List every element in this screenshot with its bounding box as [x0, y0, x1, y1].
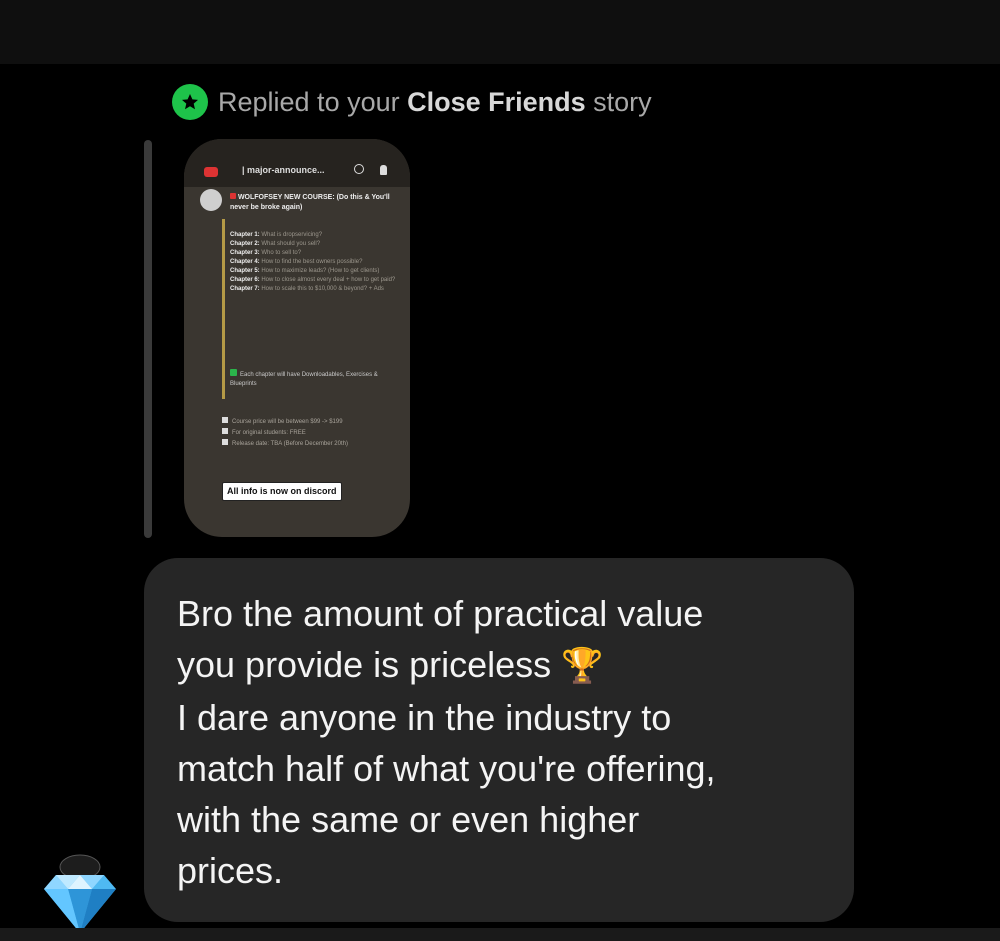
dm-thread: Replied to your Close Friends story | ma… [0, 0, 1000, 941]
star-icon [172, 84, 208, 120]
message-bubble[interactable]: Bro the amount of practical value you pr… [144, 558, 854, 922]
story-author-avatar [200, 189, 222, 211]
bottom-divider [0, 928, 1000, 941]
note-item: Release date: TBA (Before December 20th) [222, 439, 400, 450]
story-chapter-list: Chapter 1: What is dropservicing? Chapte… [230, 231, 396, 294]
chapter-item: Chapter 1: What is dropservicing? [230, 232, 323, 238]
trophy-emoji-icon: 🏆 [561, 647, 604, 685]
message-line: you provide is priceless 🏆 [177, 644, 604, 685]
note-item: Course price will be between $99 -> $199 [222, 417, 400, 428]
story-topbar: | major-announce... [184, 139, 410, 187]
story-info-pill: All info is now on discord [222, 482, 342, 501]
story-notes: Course price will be between $99 -> $199… [222, 417, 400, 450]
message-line: prices. [177, 850, 284, 891]
message-line: I dare anyone in the industry to [177, 697, 672, 738]
message-line: Bro the amount of practical value [177, 593, 704, 634]
red-tag-icon [230, 193, 236, 199]
story-thumbnail[interactable]: | major-announce... WOLFOFSEY NEW COURSE… [184, 139, 410, 537]
diamond-icon[interactable] [40, 853, 120, 935]
close-friends-label: Close Friends [407, 86, 586, 117]
bullet-icon [222, 428, 228, 434]
reply-prefix: Replied to your [218, 86, 408, 117]
reply-suffix: story [585, 86, 652, 117]
reply-context-label: Replied to your Close Friends story [172, 84, 652, 120]
search-icon [354, 164, 364, 174]
header-bar [0, 0, 1000, 64]
chapter-item: Chapter 4: How to find the best owners p… [230, 259, 363, 265]
story-bonus-note: Each chapter will have Downloadables, Ex… [230, 369, 400, 389]
user-icon [380, 165, 387, 175]
chapter-item: Chapter 3: Who to sell to? [230, 250, 302, 256]
story-post: WOLFOFSEY NEW COURSE: (Do this & You'll … [222, 189, 400, 401]
note-item: For original students: FREE [222, 428, 400, 439]
reply-indicator-bar [144, 140, 152, 538]
bullet-icon [222, 417, 228, 423]
message-line: with the same or even higher [177, 799, 640, 840]
chapter-item: Chapter 2: What should you sell? [230, 241, 321, 247]
check-icon [230, 369, 237, 376]
chapter-item: Chapter 6: How to close almost every dea… [230, 277, 396, 283]
app-logo-icon [204, 167, 218, 177]
story-post-title: WOLFOFSEY NEW COURSE: (Do this & You'll … [230, 193, 390, 211]
story-channel-name: | major-announce... [242, 165, 325, 175]
chapter-item: Chapter 5: How to maximize leads? (How t… [230, 268, 380, 274]
bullet-icon [222, 439, 228, 445]
message-line: match half of what you're offering, [177, 748, 716, 789]
post-accent-bar [222, 219, 225, 399]
chapter-item: Chapter 7: How to scale this to $10,000 … [230, 286, 384, 292]
